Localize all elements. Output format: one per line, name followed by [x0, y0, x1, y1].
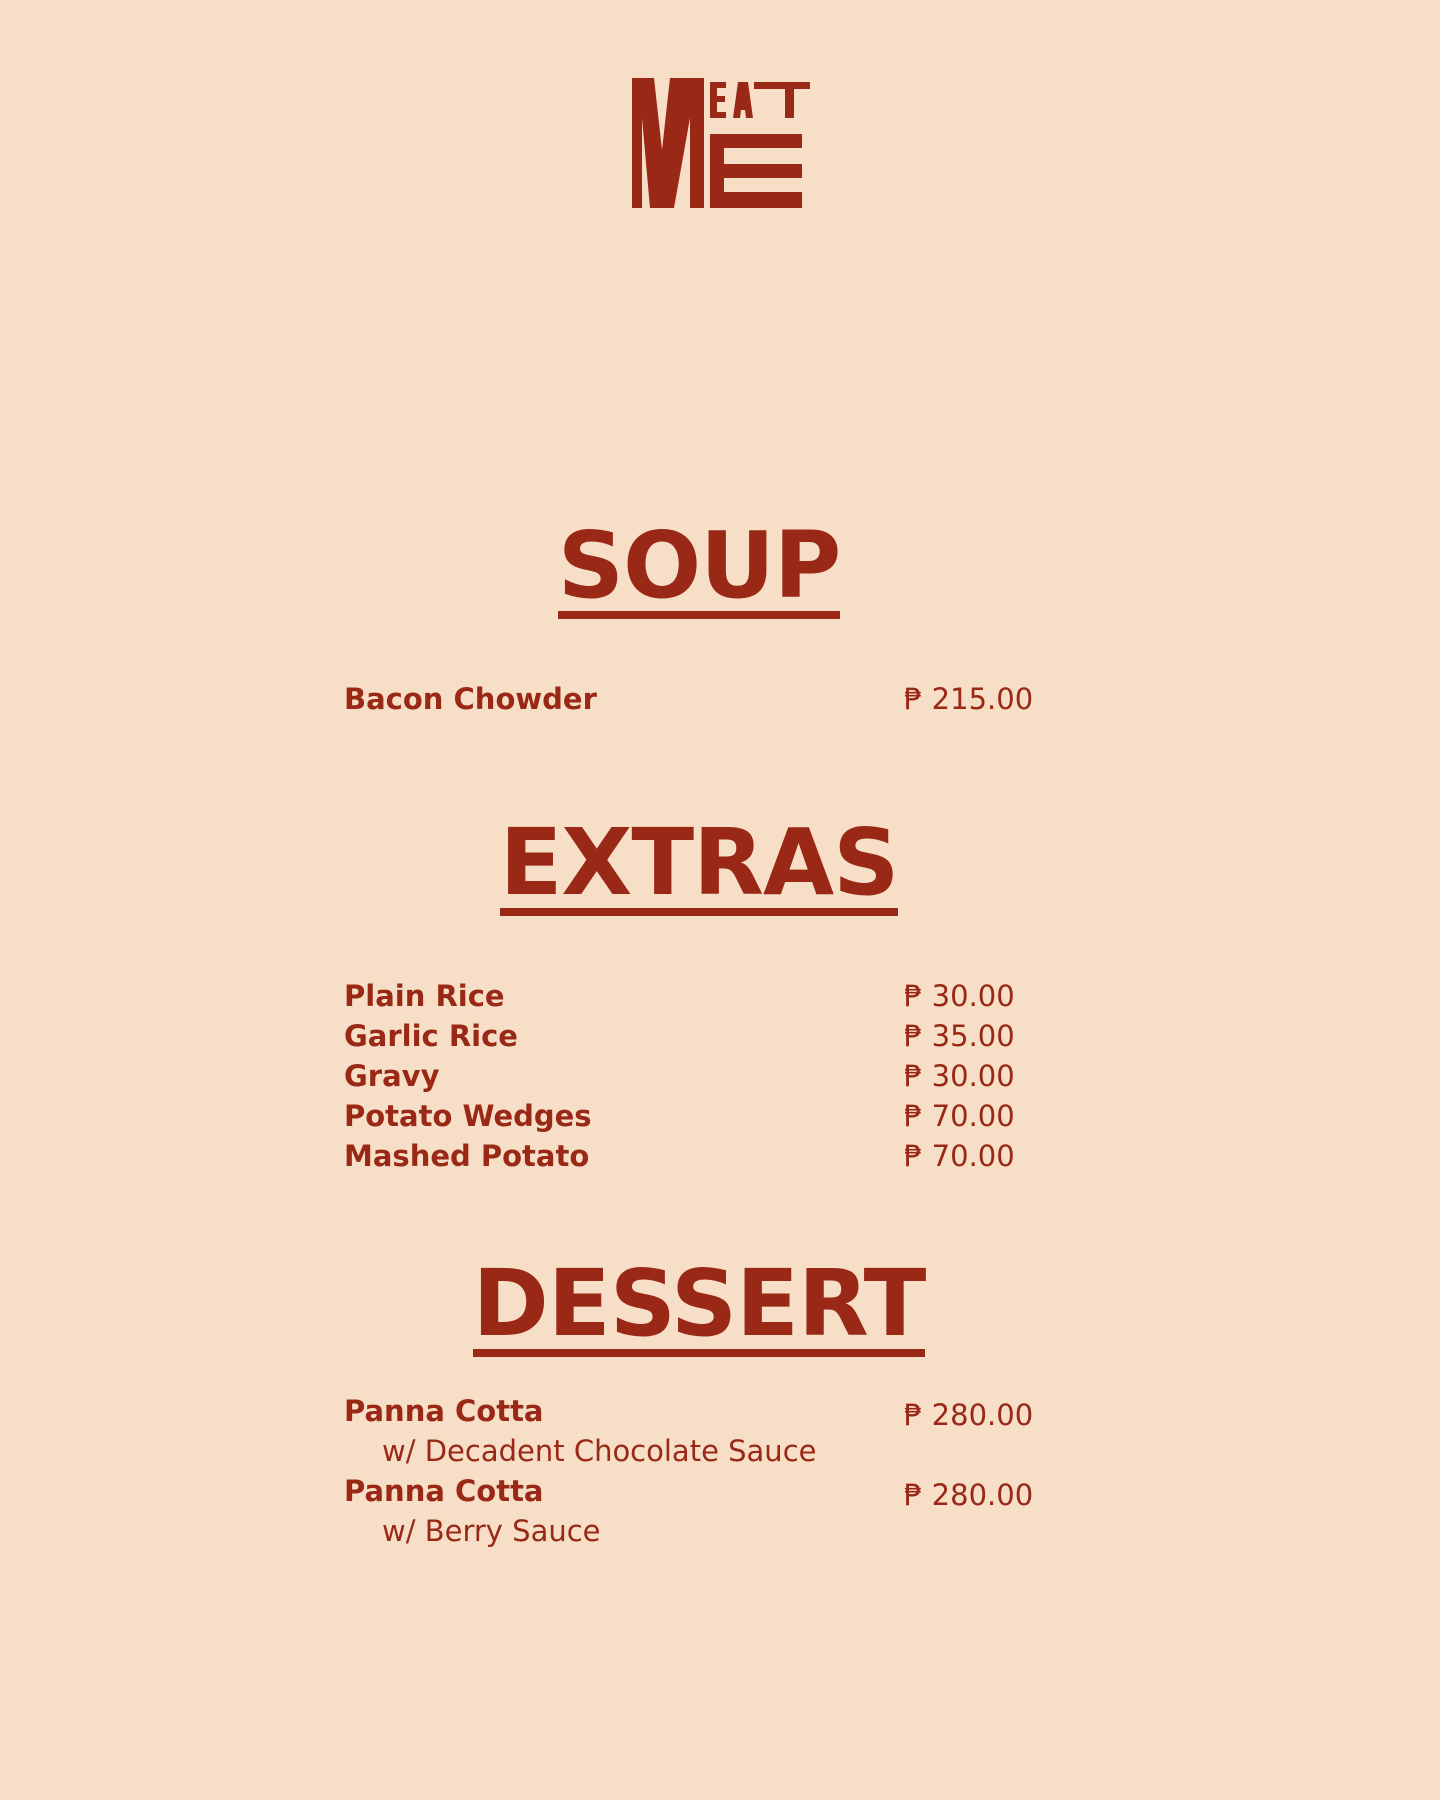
item-name: Mashed Potato — [344, 1139, 590, 1173]
dessert-items: Panna Cotta w/ Decadent Chocolate Sauce … — [344, 1391, 1064, 1551]
menu-item: Garlic Rice ₱ 35.00 — [344, 1016, 1064, 1056]
item-name: Plain Rice — [344, 979, 505, 1013]
item-note: w/ Berry Sauce — [382, 1514, 601, 1548]
section-title-dessert: DESSERT — [472, 1250, 926, 1357]
section-title-extras: EXTRAS — [499, 809, 899, 916]
meat-me-logo — [632, 78, 810, 208]
menu-item: Panna Cotta w/ Decadent Chocolate Sauce … — [344, 1391, 1064, 1471]
item-name: Panna Cotta — [344, 1394, 544, 1428]
soup-items: Bacon Chowder ₱ 215.00 — [344, 679, 1064, 719]
menu-item: Panna Cotta w/ Berry Sauce ₱ 280.00 — [344, 1471, 1064, 1551]
item-price: ₱ 35.00 — [904, 1019, 1015, 1053]
item-name: Potato Wedges — [344, 1099, 592, 1133]
menu-item: Bacon Chowder ₱ 215.00 — [344, 679, 1064, 719]
menu-item: Gravy ₱ 30.00 — [344, 1056, 1064, 1096]
item-price: ₱ 30.00 — [904, 1059, 1015, 1093]
item-price: ₱ 70.00 — [904, 1139, 1015, 1173]
menu-item: Potato Wedges ₱ 70.00 — [344, 1096, 1064, 1136]
item-price: ₱ 280.00 — [904, 1478, 1034, 1512]
item-name: Gravy — [344, 1059, 440, 1093]
extras-items: Plain Rice ₱ 30.00 Garlic Rice ₱ 35.00 G… — [344, 976, 1064, 1176]
item-price: ₱ 215.00 — [904, 682, 1034, 716]
item-name: Bacon Chowder — [344, 682, 597, 716]
item-name: Panna Cotta — [344, 1474, 544, 1508]
menu-item: Plain Rice ₱ 30.00 — [344, 976, 1064, 1016]
item-price: ₱ 280.00 — [904, 1398, 1034, 1432]
menu-item: Mashed Potato ₱ 70.00 — [344, 1136, 1064, 1176]
section-title-soup: SOUP — [557, 512, 841, 619]
item-note: w/ Decadent Chocolate Sauce — [382, 1434, 817, 1468]
item-name: Garlic Rice — [344, 1019, 518, 1053]
item-price: ₱ 30.00 — [904, 979, 1015, 1013]
item-price: ₱ 70.00 — [904, 1099, 1015, 1133]
